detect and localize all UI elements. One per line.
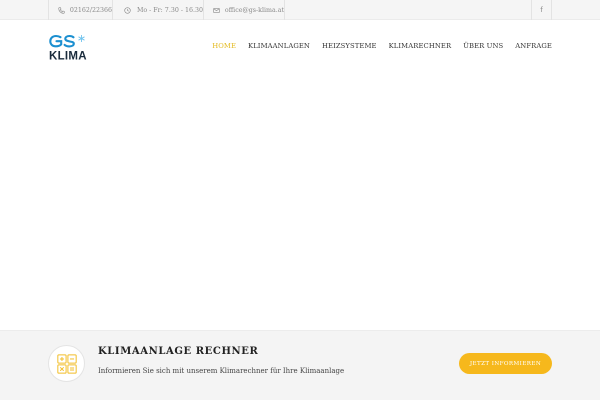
jetzt-informieren-button[interactable]: JETZT INFORMIEREN [459, 353, 552, 374]
nav-heizsysteme[interactable]: HEIZSYSTEME [322, 42, 377, 50]
nav-anfrage[interactable]: ANFRAGE [515, 42, 552, 50]
site-logo[interactable]: KLIMA [48, 33, 88, 63]
calculator-description: Informieren Sie sich mit unserem Klimare… [98, 367, 345, 375]
contact-hours: Mo - Fr: 7.30 - 16.30 [113, 0, 204, 20]
opening-hours: Mo - Fr: 7.30 - 16.30 [136, 6, 203, 14]
calculator-title: KLIMAANLAGE RECHNER [98, 346, 259, 357]
clock-icon [122, 6, 133, 14]
nav-home[interactable]: HOME [212, 42, 236, 50]
facebook-link[interactable]: f [531, 0, 552, 20]
snowflake-icon [78, 35, 85, 42]
nav-klimarechner[interactable]: KLIMARECHNER [389, 42, 452, 50]
site-header: KLIMA HOME KLIMAANLAGEN HEIZSYSTEME KLIM… [0, 20, 600, 72]
calculator-icon [48, 345, 85, 382]
contact-phone[interactable]: 02162/22366 [48, 0, 113, 20]
top-info-bar: 02162/22366 Mo - Fr: 7.30 - 16.30 office… [0, 0, 600, 20]
main-nav: HOME KLIMAANLAGEN HEIZSYSTEME KLIMARECHN… [200, 42, 552, 50]
contact-email[interactable]: office@gs-klima.at [204, 0, 285, 20]
email-address: office@gs-klima.at [224, 6, 284, 14]
hero-area [0, 72, 600, 330]
facebook-icon: f [540, 6, 543, 14]
logo-wordmark: KLIMA [49, 51, 87, 62]
phone-number: 02162/22366 [69, 6, 112, 14]
nav-ueber-uns[interactable]: ÜBER UNS [463, 42, 503, 50]
calculator-promo: KLIMAANLAGE RECHNER Informieren Sie sich… [0, 330, 600, 400]
nav-klimaanlagen[interactable]: KLIMAANLAGEN [248, 42, 310, 50]
envelope-icon [213, 7, 221, 14]
phone-icon [57, 6, 66, 14]
